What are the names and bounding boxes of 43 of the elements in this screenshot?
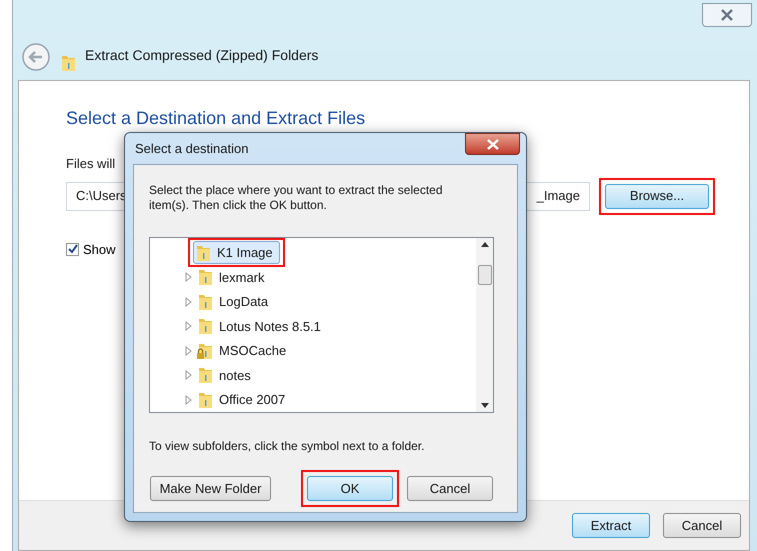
expand-arrow-icon[interactable] [184,394,192,405]
dialog-title: Select a destination [134,140,248,158]
folder-icon [196,390,214,409]
dialog-close-button[interactable] [465,133,520,155]
tree-item[interactable]: Lotus Notes 8.5.1 [195,314,328,338]
close-icon [486,138,500,150]
tree-item[interactable]: notes [195,364,258,387]
locked-folder-icon [196,342,214,360]
folder-icon [59,54,77,72]
extract-button[interactable]: Extract [572,513,650,538]
scroll-thumb[interactable] [478,265,492,285]
hint-text: To view subfolders, click the symbol next to a folder. [149,438,426,455]
folder-icon [194,244,212,262]
page-heading: Select a Destination and Extract Files [66,107,366,130]
close-icon [720,9,734,21]
scroll-down-icon[interactable] [480,403,488,408]
tree-item[interactable]: Office 2007 [195,388,292,412]
scroll-up-icon[interactable] [480,242,488,247]
checkbox-label: Show [83,240,116,258]
cancel-button[interactable]: Cancel [407,476,493,501]
tree-item[interactable]: lexmark [195,266,272,289]
scrollbar[interactable] [476,238,493,412]
expand-arrow-icon[interactable] [184,370,192,380]
folder-icon [196,292,214,311]
ok-button[interactable]: OK [307,476,393,501]
tree-item[interactable]: LogData [195,290,276,314]
folder-icon [196,317,214,336]
folder-icon [196,268,214,286]
cancel-button[interactable]: Cancel [663,513,741,538]
checkbox[interactable] [66,242,79,256]
window-close-button[interactable] [702,3,752,27]
expand-arrow-icon[interactable] [184,321,192,332]
field-label: Files will [66,155,116,173]
tree-item[interactable]: K1 Image [193,241,280,264]
window-title: Extract Compressed (Zipped) Folders [85,46,318,65]
expand-arrow-icon[interactable] [184,272,192,282]
expand-arrow-icon[interactable] [184,346,192,356]
dialog-instructions: Select the place where you want to extract the selected item(s). Then click the OK button. [149,183,444,213]
make-new-folder-button[interactable]: Make New Folder [150,476,271,501]
expand-arrow-icon[interactable] [184,296,192,307]
tree-item[interactable]: MSOCache [195,339,294,362]
folder-icon [196,366,214,384]
browse-button[interactable]: Browse... [605,184,709,208]
